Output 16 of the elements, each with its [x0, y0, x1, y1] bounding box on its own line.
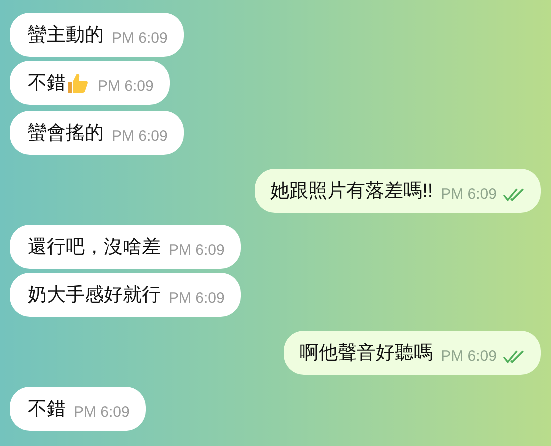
message-time: PM 6:09 [169, 290, 225, 308]
message-text: 蠻會搖的 [28, 122, 104, 146]
message-text: 啊他聲音好聽嗎 [300, 342, 434, 366]
message-time: PM 6:09 [112, 30, 168, 48]
message-text: 奶大手感好就行 [28, 284, 161, 308]
message-text: 她跟照片有落差嗎!! [270, 180, 434, 204]
message-time: PM 6:09 [98, 78, 154, 96]
message-text: 不錯 [28, 72, 66, 96]
message-time: PM 6:09 [441, 348, 497, 366]
message-time: PM 6:09 [169, 242, 225, 260]
message-text: 還行吧，沒啥差 [28, 236, 161, 260]
message-time: PM 6:09 [441, 186, 497, 204]
message-text: 蠻主動的 [28, 24, 104, 48]
message-text: 不錯 [28, 398, 66, 422]
message-time: PM 6:09 [74, 404, 130, 422]
message-time: PM 6:09 [112, 128, 168, 146]
